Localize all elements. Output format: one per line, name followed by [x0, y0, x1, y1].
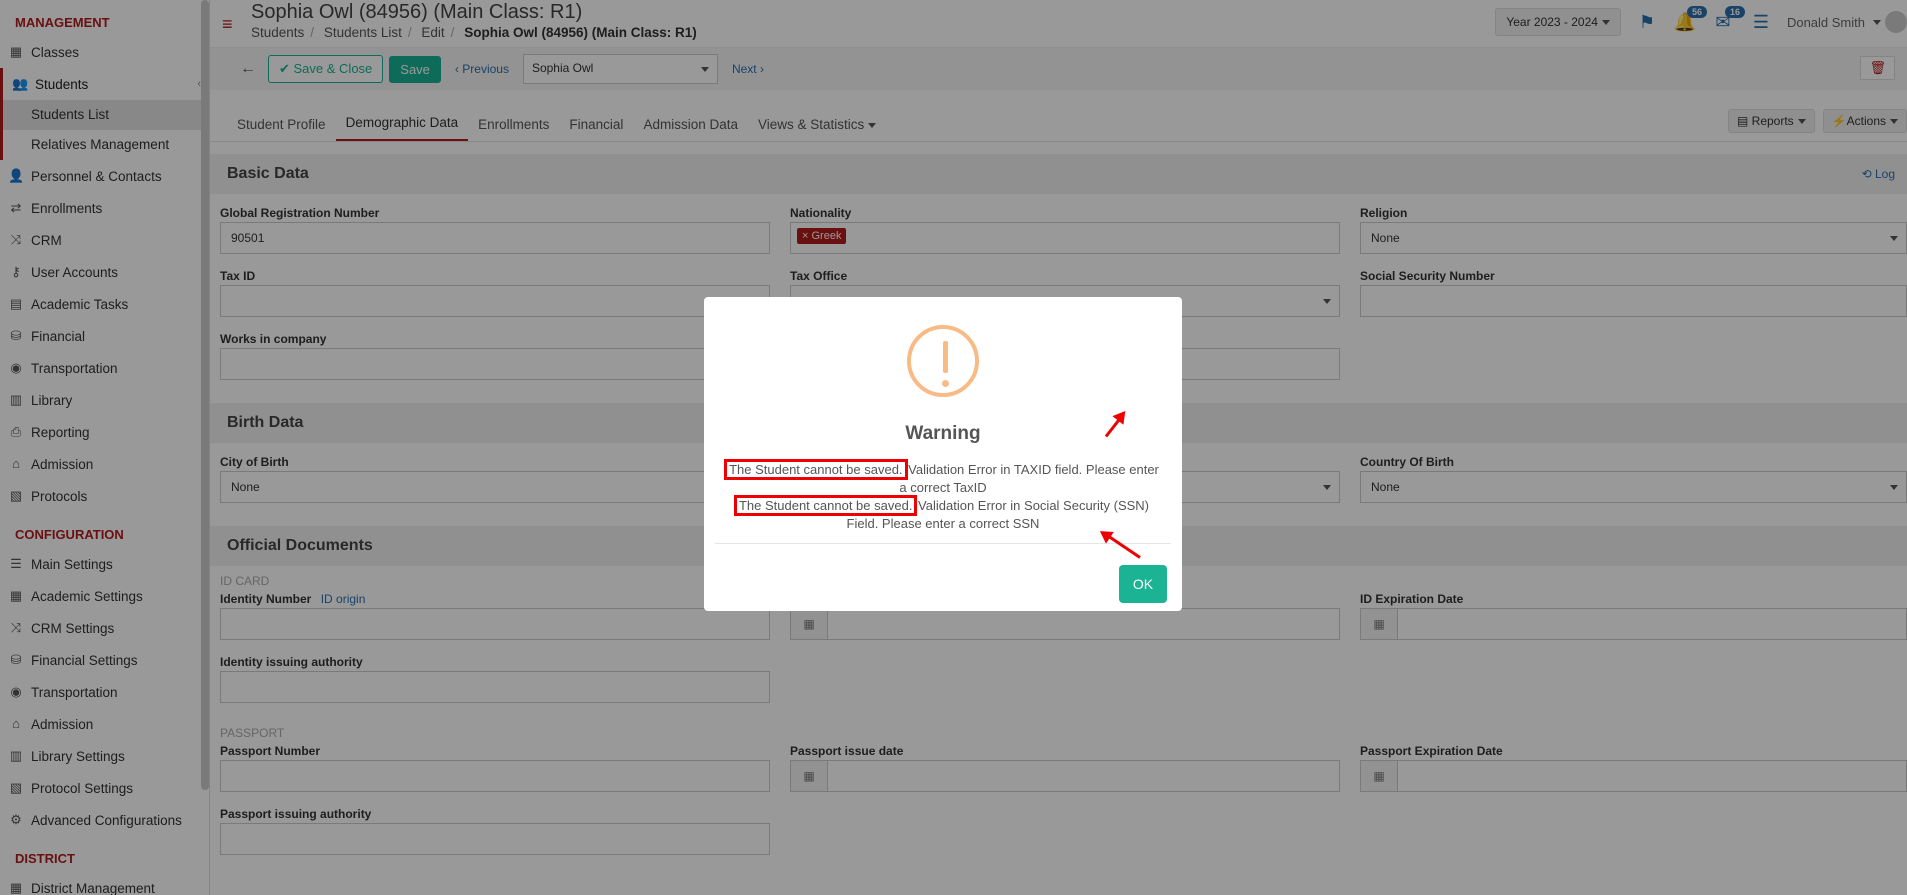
message-text: Validation Error in TAXID field. Please …	[899, 462, 1159, 495]
dialog-message-ssn: The Student cannot be saved. Validation …	[726, 495, 1160, 533]
app-root: MANAGEMENT ▦ Classes 👥 Students ‹ Students …	[0, 0, 1907, 895]
warning-icon	[907, 325, 979, 397]
highlight-box: The Student cannot be saved.	[733, 495, 918, 516]
ok-button[interactable]: OK	[1119, 565, 1167, 603]
dialog-divider	[715, 543, 1171, 544]
highlight-box: The Student cannot be saved.	[724, 459, 908, 480]
warning-dialog: Warning The Student cannot be saved. Val…	[704, 297, 1182, 611]
dialog-message-taxid: The Student cannot be saved. Validation …	[724, 459, 1160, 497]
